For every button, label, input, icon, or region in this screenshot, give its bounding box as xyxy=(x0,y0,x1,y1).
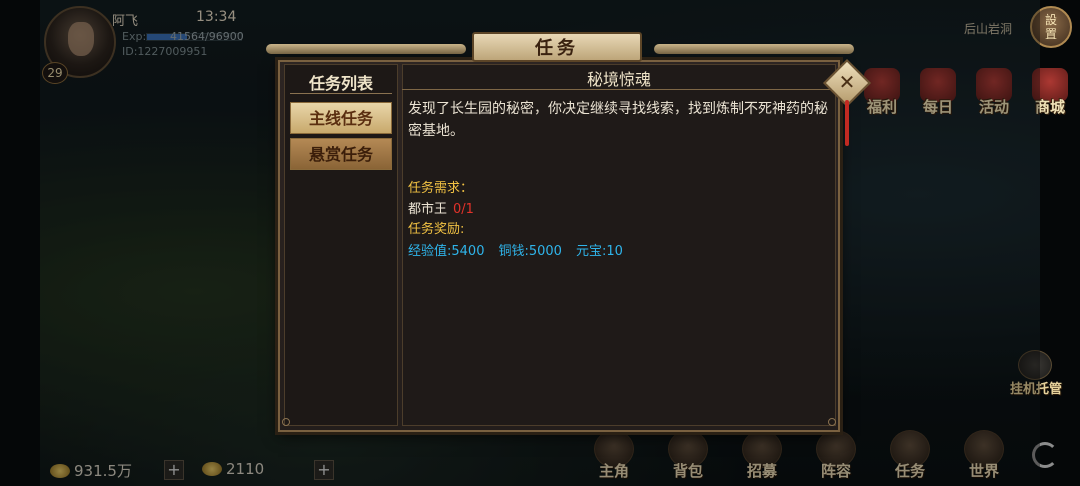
requirement-target: 都市王 xyxy=(408,202,448,217)
reward-header: 任务奖励: xyxy=(408,222,465,237)
title-wing-right xyxy=(654,44,854,54)
reward-exp: 经验值:5400 xyxy=(408,244,485,259)
reward-copper: 铜钱:5000 xyxy=(498,244,562,259)
task-window-title-plate: 任务 xyxy=(472,32,642,62)
left-screen-edge xyxy=(0,0,40,486)
window-corner-ornament xyxy=(828,418,836,426)
close-icon[interactable]: ✕ xyxy=(836,70,858,94)
requirement-row: 都市王 0/1 xyxy=(408,198,474,217)
tab-main-quest[interactable]: 主线任务 xyxy=(290,102,392,134)
window-corner-ornament xyxy=(282,418,290,426)
tab-bounty-quest[interactable]: 悬赏任务 xyxy=(290,138,392,170)
task-name: 秘境惊魂 xyxy=(402,66,836,90)
requirement-progress: 0/1 xyxy=(453,202,474,217)
task-window-title: 任务 xyxy=(535,38,579,59)
settings-label-line1: 設 xyxy=(1044,13,1057,27)
task-description: 发现了长生园的秘密，你决定继续寻找线索，找到炼制不死神药的秘密基地。 xyxy=(408,101,828,139)
reward-ingot: 元宝:10 xyxy=(575,244,623,259)
task-list-header: 任务列表 xyxy=(290,70,392,94)
tassel-ornament xyxy=(845,100,849,146)
reward-row: 经验值:5400 铜钱:5000 元宝:10 xyxy=(408,240,623,259)
title-wing-left xyxy=(266,44,466,54)
requirement-header: 任务需求： xyxy=(408,181,474,196)
settings-label-line2: 置 xyxy=(1044,27,1057,41)
